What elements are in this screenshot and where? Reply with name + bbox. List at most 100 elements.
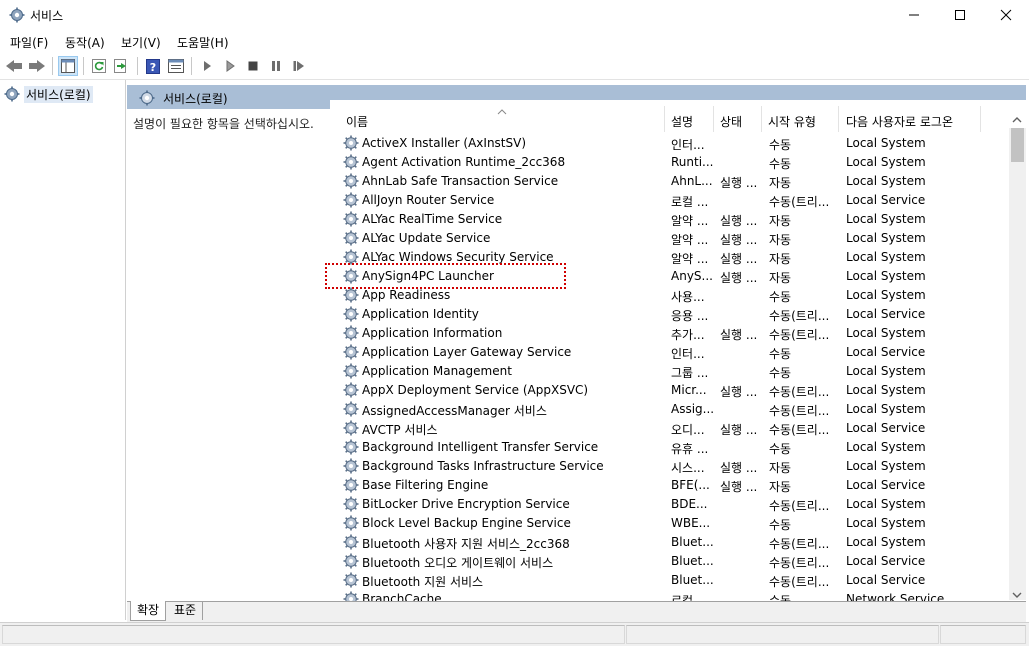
- column-divider[interactable]: [713, 106, 714, 132]
- service-gear-icon: [343, 230, 359, 246]
- service-description: 유휴 ...: [671, 442, 709, 456]
- service-row[interactable]: AhnLab Safe Transaction Service AhnL... 실행…: [340, 172, 1008, 191]
- service-row[interactable]: ALYac RealTime Service 알약 ... 실행 ... 자동 Loca…: [340, 210, 1008, 229]
- service-description: AhnL...: [671, 174, 713, 188]
- vertical-scrollbar-thumb[interactable]: [1011, 128, 1024, 162]
- view-tabs-bar: [127, 601, 1026, 622]
- menu-help[interactable]: 도움말(H): [177, 34, 229, 51]
- service-log-on-as: Local System: [846, 364, 926, 378]
- service-row[interactable]: Bluetooth 지원 서비스 Bluet... 수동(트리... Local Se…: [340, 571, 1008, 590]
- menu-view[interactable]: 보기(V): [121, 34, 161, 51]
- service-description: WBE...: [671, 516, 711, 530]
- service-row[interactable]: Background Tasks Infrastructure Service 시…: [340, 457, 1008, 476]
- minimize-icon: [909, 14, 919, 16]
- service-description: Bluet...: [671, 554, 714, 568]
- start-service-alt-button[interactable]: [220, 56, 240, 76]
- tab-standard[interactable]: 표준: [168, 601, 204, 620]
- service-status: 실행 ...: [720, 252, 758, 266]
- restart-service-button[interactable]: [289, 56, 309, 76]
- service-description: 그룹 ...: [671, 366, 709, 380]
- service-name: Application Identity: [362, 307, 479, 321]
- tab-extended[interactable]: 확장: [130, 601, 167, 621]
- service-description: 인터...: [671, 347, 705, 361]
- service-description: 로컬 ...: [671, 195, 709, 209]
- service-row[interactable]: AssignedAccessManager 서비스 Assig... 수동(트리..…: [340, 400, 1008, 419]
- service-row[interactable]: Agent Activation Runtime_2cc368 Runti... 수…: [340, 153, 1008, 172]
- service-row[interactable]: AppX Deployment Service (AppXSVC) Micr...…: [340, 381, 1008, 400]
- back-button[interactable]: [4, 56, 24, 76]
- service-gear-icon: [343, 572, 359, 588]
- service-startup-type: 수동(트리...: [769, 328, 830, 342]
- service-log-on-as: Local System: [846, 288, 926, 302]
- column-divider[interactable]: [664, 106, 665, 132]
- service-description: Bluet...: [671, 573, 714, 587]
- service-gear-icon: [343, 192, 359, 208]
- service-gear-icon: [343, 135, 359, 151]
- refresh-icon: [92, 59, 106, 73]
- service-log-on-as: Local System: [846, 497, 926, 511]
- service-startup-type: 자동: [769, 252, 792, 266]
- menu-action[interactable]: 동작(A): [65, 34, 105, 51]
- service-gear-icon: [343, 344, 359, 360]
- service-row[interactable]: Background Intelligent Transfer Service 유…: [340, 438, 1008, 457]
- service-log-on-as: Local System: [846, 155, 926, 169]
- service-gear-icon: [343, 496, 359, 512]
- export-list-button[interactable]: [112, 56, 132, 76]
- forward-button[interactable]: [27, 56, 47, 76]
- minimize-button[interactable]: [891, 0, 937, 30]
- column-header-startup-type[interactable]: 시작 유형: [768, 113, 816, 130]
- service-status: 실행 ...: [720, 233, 758, 247]
- service-row[interactable]: AVCTP 서비스 오디... 실행 ... 수동(트리... Local Servic…: [340, 419, 1008, 438]
- service-name: Application Management: [362, 364, 512, 378]
- service-row[interactable]: ActiveX Installer (AxInstSV) 인터... 수동 Local…: [340, 134, 1008, 153]
- column-header-description[interactable]: 설명: [671, 113, 693, 130]
- column-header-name[interactable]: 이름: [346, 113, 368, 130]
- properties-button[interactable]: [166, 56, 186, 76]
- service-row[interactable]: Application Identity 응용 ... 수동(트리... Local …: [340, 305, 1008, 324]
- service-startup-type: 수동: [769, 138, 792, 152]
- refresh-button[interactable]: [89, 56, 109, 76]
- start-service-button[interactable]: [197, 56, 217, 76]
- vertical-scrollbar[interactable]: [1009, 128, 1026, 600]
- stop-service-button[interactable]: [243, 56, 263, 76]
- service-row[interactable]: AllJoyn Router Service 로컬 ... 수동(트리... Loca…: [340, 191, 1008, 210]
- close-button[interactable]: [983, 0, 1029, 30]
- service-row[interactable]: Block Level Backup Engine Service WBE... 수…: [340, 514, 1008, 533]
- help-button[interactable]: ?: [143, 56, 163, 76]
- service-startup-type: 수동: [769, 347, 792, 361]
- service-row[interactable]: ALYac Update Service 알약 ... 실행 ... 자동 Local …: [340, 229, 1008, 248]
- show-hide-console-tree-button[interactable]: [58, 56, 78, 76]
- maximize-button[interactable]: [937, 0, 983, 30]
- service-status: 실행 ...: [720, 214, 758, 228]
- column-divider[interactable]: [761, 106, 762, 132]
- service-row[interactable]: Base Filtering Engine BFE(... 실행 ... 자동 Loca…: [340, 476, 1008, 495]
- service-status: 실행 ...: [720, 423, 758, 437]
- scroll-down-icon[interactable]: [1012, 588, 1022, 602]
- menu-file[interactable]: 파일(F): [10, 34, 48, 51]
- column-header-log-on-as[interactable]: 다음 사용자로 로그온: [846, 113, 953, 130]
- service-row[interactable]: Bluetooth 사용자 지원 서비스_2cc368 Bluet... 수동(트리…: [340, 533, 1008, 552]
- column-divider[interactable]: [838, 106, 839, 132]
- service-gear-icon: [343, 325, 359, 341]
- service-row[interactable]: Application Information 추가... 실행 ... 수동(트리.…: [340, 324, 1008, 343]
- scroll-up-icon[interactable]: [1012, 113, 1022, 127]
- tree-item-services-local[interactable]: 서비스(로컬): [4, 85, 93, 103]
- play-icon: [204, 61, 211, 71]
- column-divider[interactable]: [980, 106, 981, 132]
- service-startup-type: 수동(트리...: [769, 537, 830, 551]
- service-log-on-as: Local System: [846, 402, 926, 416]
- service-name: Bluetooth 지원 서비스: [362, 575, 484, 589]
- help-icon: ?: [146, 58, 160, 74]
- service-row[interactable]: Application Management 그룹 ... 수동 Local Syst…: [340, 362, 1008, 381]
- service-log-on-as: Local System: [846, 250, 926, 264]
- service-row[interactable]: Bluetooth 오디오 게이트웨이 서비스 Bluet... 수동(트리... L…: [340, 552, 1008, 571]
- service-row[interactable]: BitLocker Drive Encryption Service BDE...…: [340, 495, 1008, 514]
- column-header-status[interactable]: 상태: [720, 113, 742, 130]
- pause-service-button[interactable]: [266, 56, 286, 76]
- service-log-on-as: Local System: [846, 535, 926, 549]
- service-startup-type: 수동: [769, 518, 792, 532]
- service-log-on-as: Local Service: [846, 345, 926, 359]
- service-description: Bluet...: [671, 535, 714, 549]
- service-row[interactable]: Application Layer Gateway Service 인터... 수동…: [340, 343, 1008, 362]
- service-name: Agent Activation Runtime_2cc368: [362, 155, 566, 169]
